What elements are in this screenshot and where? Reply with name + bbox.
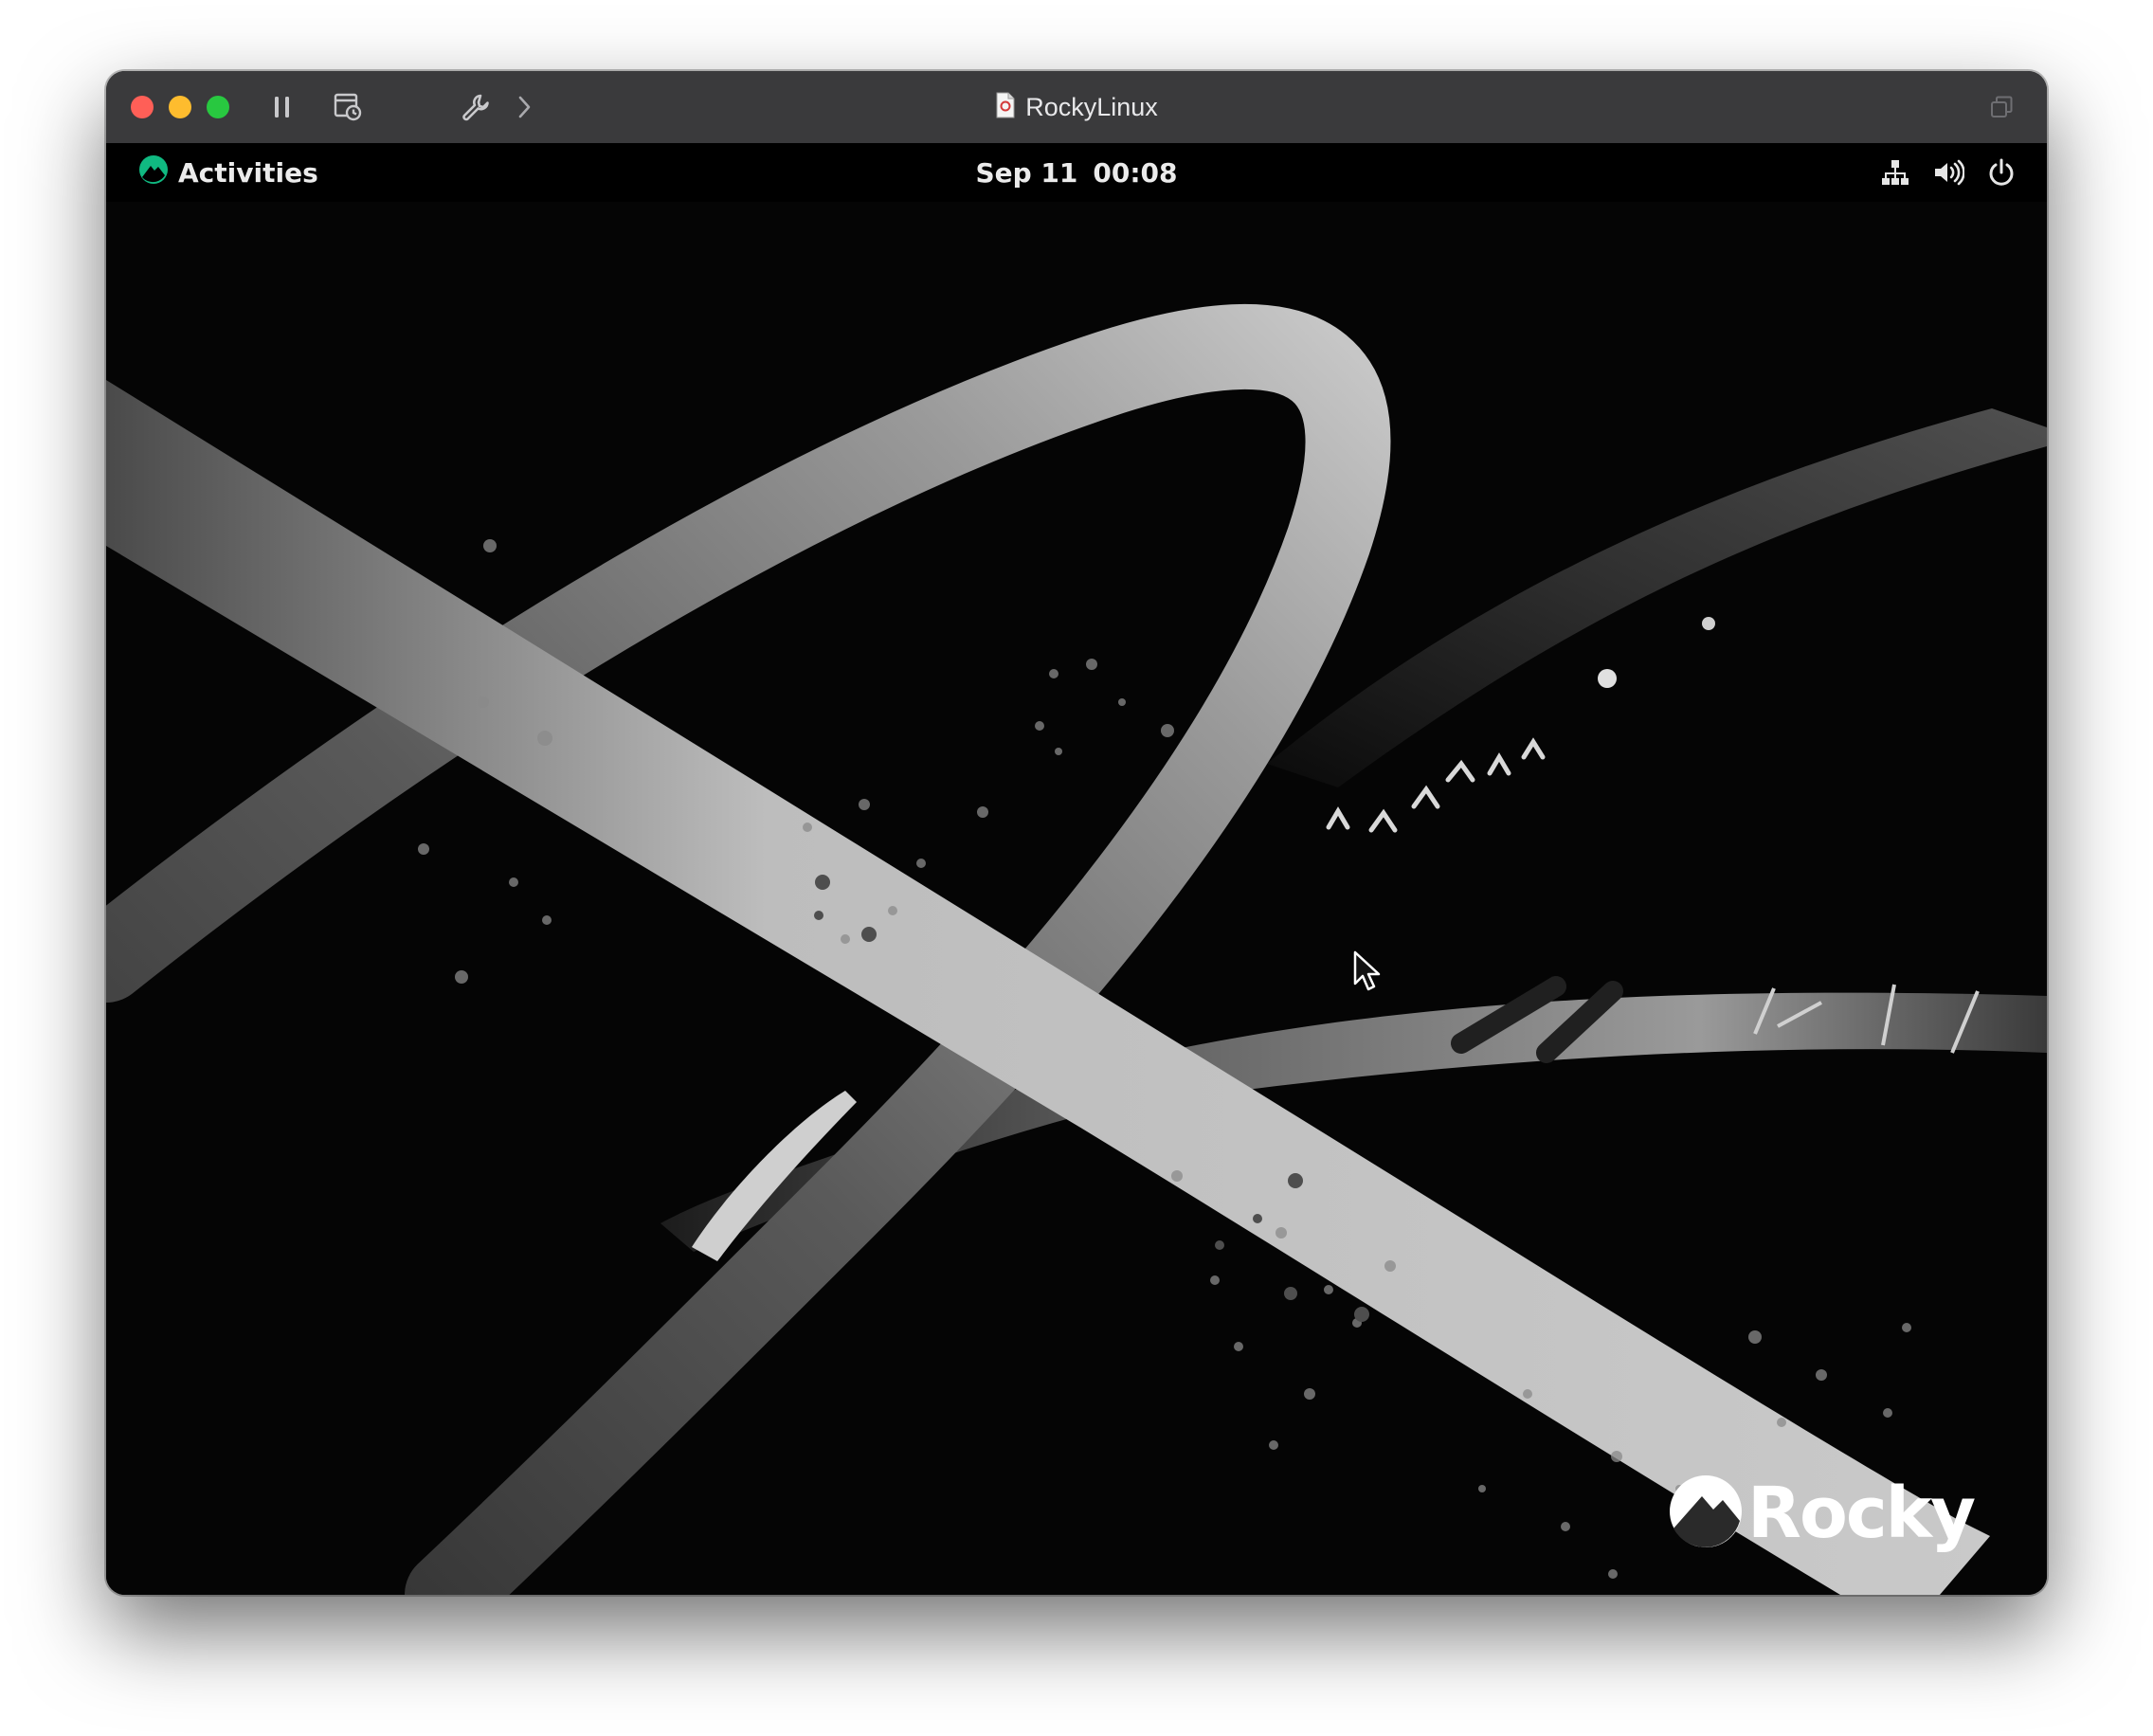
clock-button[interactable]: Sep 11 00:08	[975, 157, 1177, 189]
clock-date: Sep 11	[975, 156, 1078, 189]
desktop-wallpaper	[106, 143, 2047, 1595]
clock-time: 00:08	[1093, 156, 1178, 189]
mouse-pointer-icon	[1352, 949, 1384, 997]
power-icon[interactable]	[1982, 154, 2020, 191]
gnome-top-bar: Activities Sep 11 00:08	[106, 143, 2047, 202]
activities-label: Activities	[178, 156, 318, 189]
pause-icon[interactable]	[263, 88, 301, 126]
network-wired-icon[interactable]	[1876, 154, 1914, 191]
window-title: RockyLinux	[1025, 92, 1158, 121]
rocky-mark-icon	[1666, 1472, 1746, 1555]
minimize-window-button[interactable]	[169, 96, 191, 118]
snapshot-icon[interactable]	[329, 88, 367, 126]
rocky-wordmark: Rocky	[1747, 1473, 1976, 1554]
wrench-icon[interactable]	[457, 88, 495, 126]
restore-window-icon[interactable]	[1982, 88, 2020, 126]
document-icon	[995, 92, 1016, 122]
rocky-linux-icon	[138, 154, 169, 191]
close-window-button[interactable]	[131, 96, 154, 118]
vm-screen[interactable]: Activities Sep 11 00:08 Rocky	[106, 143, 2047, 1595]
volume-icon[interactable]	[1929, 154, 1967, 191]
rocky-wallpaper-logo: Rocky	[1666, 1472, 1976, 1555]
maximize-window-button[interactable]	[207, 96, 229, 118]
system-status-menu[interactable]	[1861, 143, 2020, 202]
vm-window: RockyLinux Activities Sep 11 00:08 Rocky	[106, 71, 2047, 1595]
chevron-right-icon[interactable]	[505, 88, 543, 126]
window-titlebar[interactable]: RockyLinux	[106, 71, 2047, 144]
activities-button[interactable]: Activities	[138, 143, 318, 202]
